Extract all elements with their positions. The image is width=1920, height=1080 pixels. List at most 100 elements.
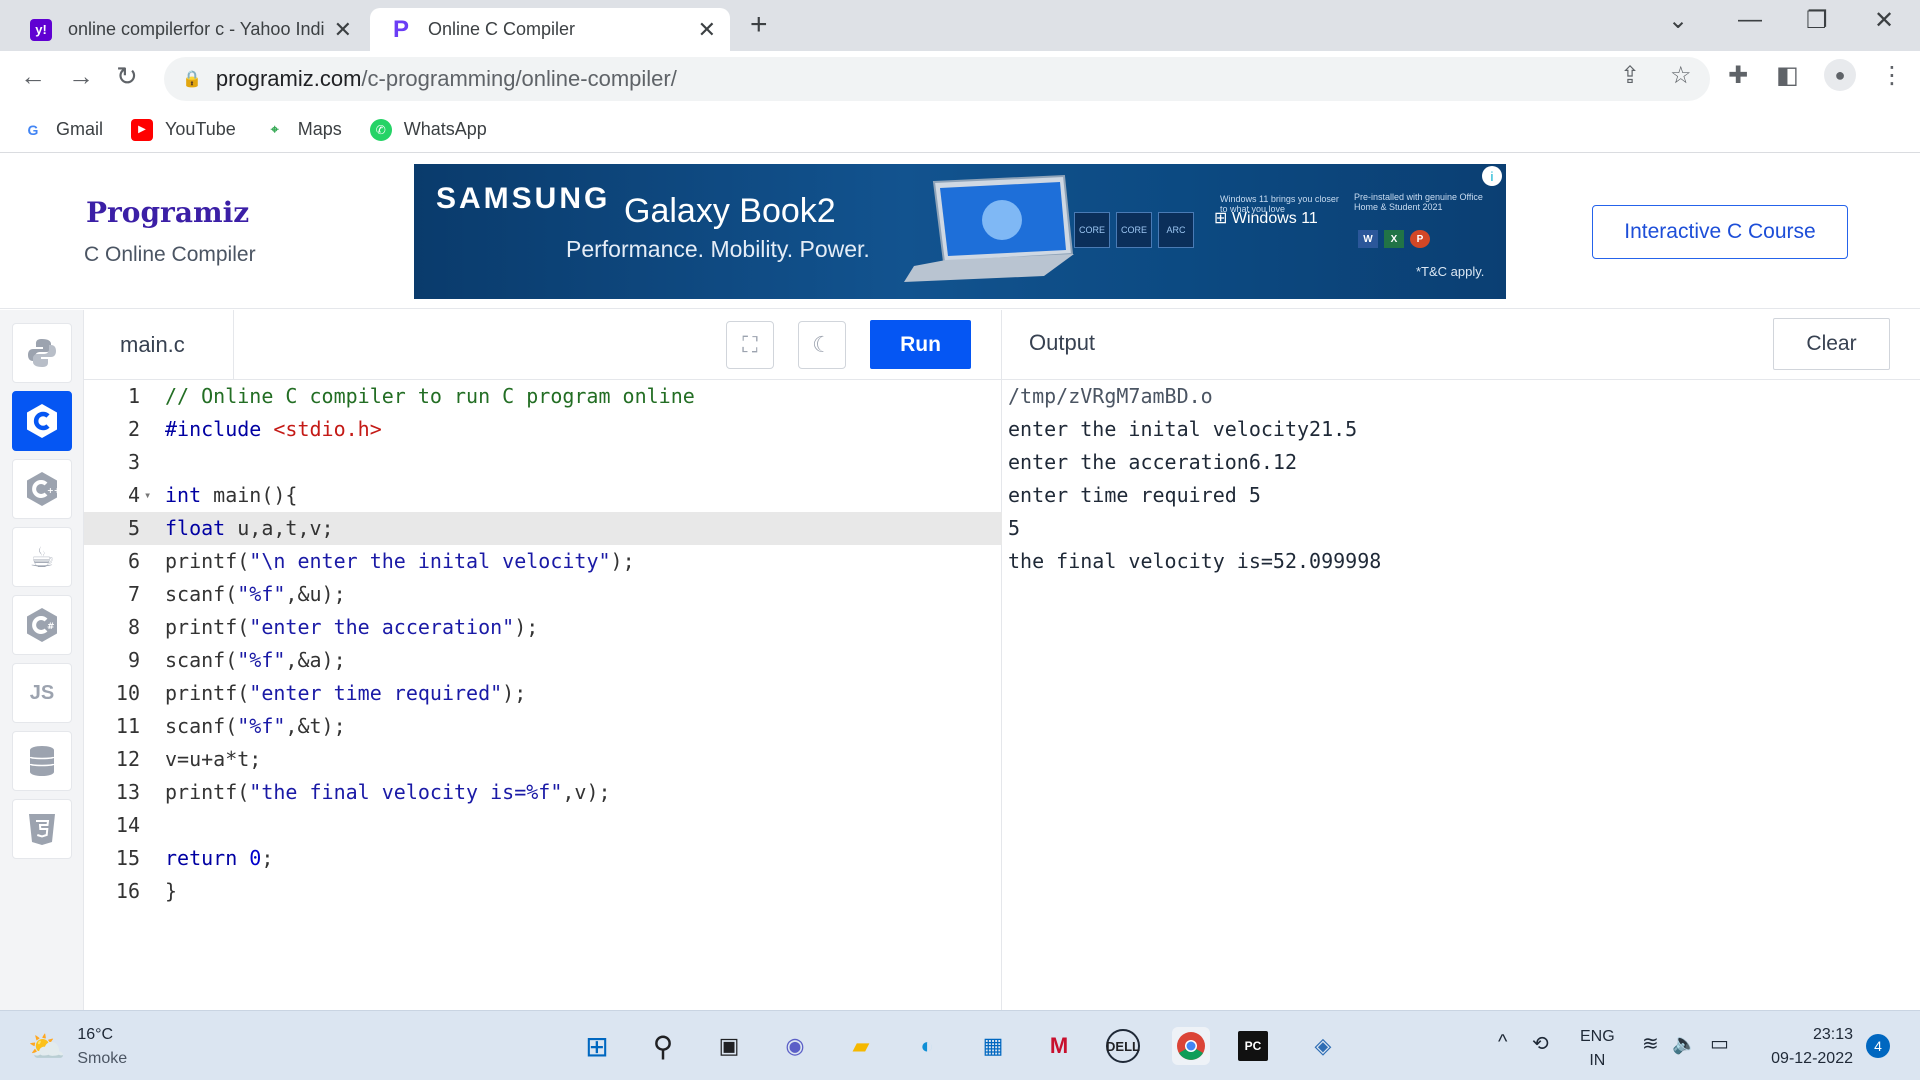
youtube-icon: ▶ [131, 118, 154, 141]
line-number: 16 [115, 879, 140, 903]
edge-browser-icon[interactable]: ◐ [908, 1027, 946, 1065]
code-line[interactable]: 6 printf("\n enter the inital velocity"); [84, 545, 1002, 578]
ad-info-icon[interactable]: i [1482, 166, 1502, 186]
new-tab-button[interactable]: + [750, 8, 768, 42]
line-number: 2 [127, 417, 140, 441]
bookmark-gmail[interactable]: G Gmail [22, 119, 103, 141]
profile-avatar-icon[interactable]: ● [1824, 59, 1856, 91]
photo-app-icon[interactable]: ◈ [1304, 1027, 1342, 1065]
csharp-icon[interactable]: # [12, 595, 72, 655]
menu-kebab-icon[interactable]: ⋮ [1880, 61, 1904, 90]
line-number: 15 [115, 846, 140, 870]
code-line[interactable]: 15 return 0; [84, 842, 1002, 875]
python-icon[interactable] [12, 323, 72, 383]
forward-icon[interactable]: → [68, 61, 94, 92]
teams-chat-icon[interactable]: ◉ [776, 1027, 814, 1065]
code-line[interactable]: 3 [84, 446, 1002, 479]
c-icon[interactable] [12, 391, 72, 451]
line-number: 8 [127, 615, 140, 639]
address-bar[interactable]: 🔒 programiz.com/c-programming/online-com… [164, 57, 1710, 101]
ad-tagline: Performance. Mobility. Power. [566, 236, 870, 262]
volume-icon[interactable]: 🔈 [1672, 1031, 1697, 1056]
chrome-icon[interactable] [1172, 1027, 1210, 1065]
bookmark-label: YouTube [165, 119, 236, 139]
search-icon[interactable]: ⚲ [644, 1027, 682, 1065]
tab-online-c-compiler[interactable]: P Online C Compiler ✕ [370, 8, 730, 51]
language-indicator[interactable]: ENG IN [1580, 1025, 1615, 1073]
close-tab-icon[interactable]: ✕ [334, 17, 352, 43]
code-line[interactable]: 13 printf("the final velocity is=%f",v); [84, 776, 1002, 809]
browser-tab-strip: y! online compilerfor c - Yahoo Indi ✕ P… [0, 0, 1920, 51]
back-icon[interactable]: ← [20, 61, 46, 92]
file-explorer-icon[interactable]: ▰ [842, 1027, 880, 1065]
code-line[interactable]: 11 scanf("%f",&t); [84, 710, 1002, 743]
clock-time: 23:13 [1812, 1026, 1853, 1043]
code-text: int main(){ [165, 483, 298, 507]
language-code: ENG [1580, 1028, 1615, 1045]
code-line[interactable]: 2 #include <stdio.h> [84, 413, 1002, 446]
code-line[interactable]: 1 // Online C compiler to run C program o… [84, 380, 1002, 413]
code-line[interactable]: 9 scanf("%f",&a); [84, 644, 1002, 677]
js-icon[interactable]: JS [12, 663, 72, 723]
start-windows-icon[interactable]: ⊞ [578, 1027, 616, 1065]
code-line[interactable]: 8 printf("enter the acceration"); [84, 611, 1002, 644]
cpp-icon[interactable]: ++ [12, 459, 72, 519]
site-header: Programiz C Online Compiler SAMSUNG Gala… [0, 154, 1920, 309]
bookmark-youtube[interactable]: ▶ YouTube [131, 118, 236, 141]
file-tab-main-c[interactable]: main.c [84, 310, 234, 380]
samsung-ad-banner[interactable]: SAMSUNG Galaxy Book2 Performance. Mobili… [414, 164, 1506, 299]
fold-toggle-icon[interactable]: ▾ [144, 479, 151, 512]
code-line[interactable]: 12 v=u+a*t; [84, 743, 1002, 776]
code-line[interactable]: 16} [84, 875, 1002, 908]
wifi-icon[interactable]: ≋ [1642, 1031, 1659, 1056]
sql-icon[interactable] [12, 731, 72, 791]
code-text: printf("enter the acceration"); [165, 615, 539, 639]
minimize-icon[interactable]: — [1738, 6, 1762, 34]
output-console[interactable]: /tmp/zVRgM7amBD.o enter the inital veloci… [1008, 380, 1381, 578]
code-line[interactable]: 4 ▾ int main(){ [84, 479, 1002, 512]
side-panel-icon[interactable]: ◧ [1776, 61, 1799, 90]
bookmark-star-icon[interactable]: ☆ [1670, 61, 1692, 90]
clear-button[interactable]: Clear [1773, 318, 1890, 370]
line-number: 12 [115, 747, 140, 771]
dell-icon[interactable]: DELL [1106, 1029, 1140, 1063]
code-line[interactable]: 10 printf("enter time required"); [84, 677, 1002, 710]
system-clock[interactable]: 23:13 09-12-2022 [1755, 1023, 1853, 1071]
microsoft-store-icon[interactable]: ▦ [974, 1027, 1012, 1065]
tab-title: online compilerfor c - Yahoo Indi [68, 19, 325, 39]
html-icon[interactable] [12, 799, 72, 859]
code-line[interactable]: 14 [84, 809, 1002, 842]
sync-icon[interactable]: ⟲ [1532, 1031, 1549, 1056]
java-icon[interactable]: ☕ [12, 527, 72, 587]
weather-widget[interactable]: ⛅ 16°C Smoke [28, 1023, 127, 1071]
extensions-icon[interactable]: ✚ [1728, 61, 1748, 90]
windows-label-text: Windows 11 [1231, 210, 1318, 227]
reload-icon[interactable]: ↻ [116, 61, 138, 92]
output-line: enter the acceration6.12 [1008, 450, 1297, 474]
programiz-icon: P [392, 15, 409, 43]
fullscreen-icon[interactable]: ⛶ [726, 321, 774, 369]
task-view-icon[interactable]: ▣ [710, 1027, 748, 1065]
mcafee-icon[interactable]: M [1040, 1027, 1078, 1065]
code-line[interactable]: 5 float u,a,t,v; [84, 512, 1002, 545]
battery-icon[interactable]: ▭ [1710, 1031, 1729, 1056]
show-hidden-icons-icon[interactable]: ^ [1498, 1031, 1507, 1054]
programiz-logo[interactable]: Programiz [86, 196, 249, 229]
run-button[interactable]: Run [870, 320, 971, 369]
region-code: IN [1589, 1052, 1606, 1069]
restore-icon[interactable]: ❐ [1806, 6, 1828, 35]
close-window-icon[interactable]: ✕ [1874, 6, 1894, 35]
tab-search-icon[interactable]: ⌄ [1668, 6, 1688, 35]
output-header: Output Clear [1002, 310, 1920, 380]
code-line[interactable]: 7 scanf("%f",&u); [84, 578, 1002, 611]
tab-yahoo-search[interactable]: y! online compilerfor c - Yahoo Indi ✕ [16, 8, 366, 51]
close-tab-icon[interactable]: ✕ [698, 17, 716, 43]
pycharm-icon[interactable]: PC [1238, 1031, 1268, 1061]
dark-mode-icon[interactable]: ☾ [798, 321, 846, 369]
bookmark-whatsapp[interactable]: ✆ WhatsApp [369, 118, 487, 141]
share-icon[interactable]: ⇪ [1620, 61, 1640, 90]
notification-badge[interactable]: 4 [1866, 1034, 1890, 1058]
code-area[interactable]: 1 // Online C compiler to run C program o… [84, 380, 1002, 908]
bookmark-maps[interactable]: ⌖ Maps [264, 119, 342, 141]
interactive-c-course-button[interactable]: Interactive C Course [1592, 205, 1848, 259]
